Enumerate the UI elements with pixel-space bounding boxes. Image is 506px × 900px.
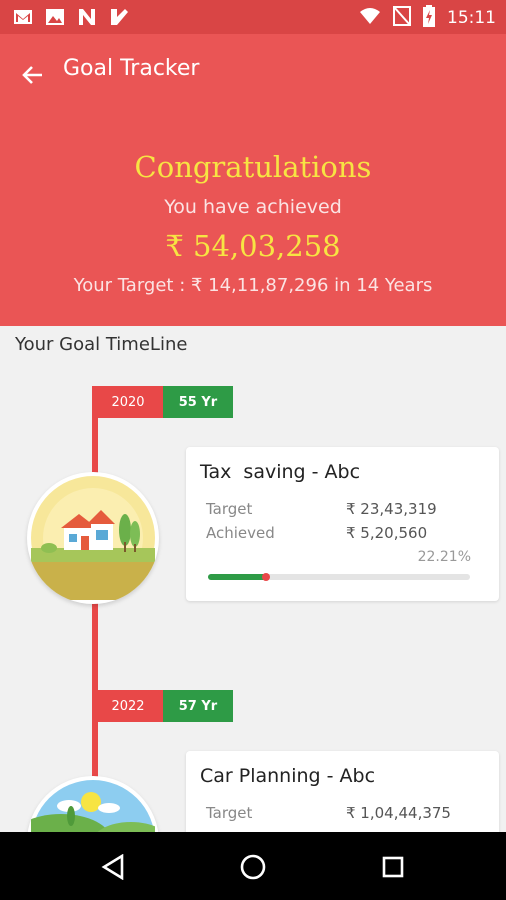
progress-bar: [208, 573, 470, 581]
target-summary: Your Target : ₹ 14,11,87,296 in 14 Years: [73, 275, 433, 296]
achieved-label: Achieved: [206, 524, 275, 542]
status-time: 15:11: [447, 8, 496, 28]
goal-age: 55 Yr: [163, 386, 233, 418]
progress-fill: [208, 574, 267, 580]
achieved-value: ₹ 5,20,560: [346, 524, 428, 542]
check-app-icon: [108, 6, 130, 28]
wifi-icon: [359, 7, 381, 29]
gmail-icon: [12, 6, 34, 28]
no-signal-icon: [393, 6, 411, 30]
image-icon: [44, 6, 66, 28]
target-label: Target: [206, 804, 253, 822]
goal-year: 2022: [93, 690, 163, 722]
back-triangle-icon[interactable]: [96, 850, 130, 884]
goal-badge: 2022 57 Yr: [93, 690, 233, 722]
recents-square-icon[interactable]: [376, 850, 410, 884]
target-label: Target: [206, 500, 253, 518]
status-bar: 15:11: [0, 0, 506, 34]
congrats-heading: Congratulations: [134, 150, 372, 184]
goal-name: Tax saving - Abc: [200, 461, 361, 483]
achieved-label: You have achieved: [164, 196, 342, 218]
timeline-title: Your Goal TimeLine: [15, 334, 188, 355]
goal-age: 57 Yr: [163, 690, 233, 722]
n-app-icon: [76, 6, 98, 28]
goal-card[interactable]: Tax saving - Abc Target ₹ 23,43,319 Achi…: [186, 447, 499, 601]
achieved-amount: ₹ 54,03,258: [165, 229, 341, 263]
battery-charging-icon: [423, 5, 435, 31]
system-nav-bar: [0, 832, 506, 900]
goal-name: Car Planning - Abc: [200, 765, 376, 787]
progress-marker: [262, 573, 271, 581]
target-value: ₹ 1,04,44,375: [346, 804, 451, 822]
page-title: Goal Tracker: [63, 56, 200, 81]
goal-year: 2020: [93, 386, 163, 418]
goal-badge: 2020 55 Yr: [93, 386, 233, 418]
back-arrow-icon[interactable]: [18, 60, 48, 90]
goal-header: Goal Tracker Congratulations You have ac…: [0, 34, 506, 326]
home-circle-icon[interactable]: [236, 850, 270, 884]
progress-percent: 22.21%: [417, 549, 471, 565]
house-illustration: [27, 472, 159, 604]
target-value: ₹ 23,43,319: [346, 500, 437, 518]
